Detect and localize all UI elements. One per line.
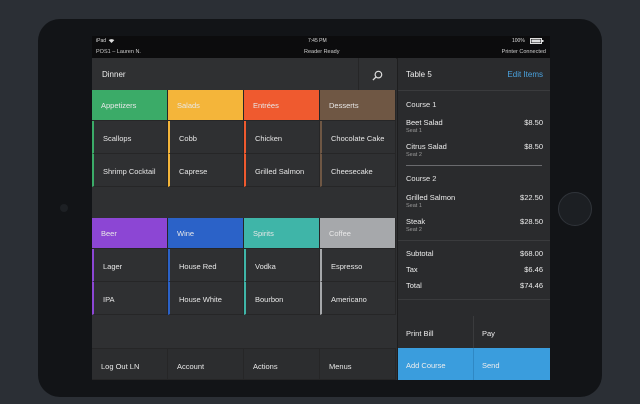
wifi-icon xyxy=(108,38,115,45)
ticket-header: Table 5 Edit Items xyxy=(398,58,550,91)
account-button[interactable]: Account xyxy=(168,348,244,380)
search-icon xyxy=(372,68,383,86)
category-wine[interactable]: Wine xyxy=(168,218,244,249)
category-beer[interactable]: Beer xyxy=(92,218,168,249)
reader-status: Reader Ready xyxy=(304,49,340,55)
line-item-name[interactable]: Beet Salad xyxy=(406,118,443,127)
total-label: Total xyxy=(406,281,422,290)
menu-panel: Dinner Appetizers Salads Entrées Dessert… xyxy=(92,58,396,380)
menu-title[interactable]: Dinner xyxy=(102,70,126,79)
send-button[interactable]: Send xyxy=(474,348,550,380)
line-item-seat: Seat 1 xyxy=(406,203,422,209)
menu-item-cheesecake[interactable]: Cheesecake xyxy=(320,154,396,187)
line-item-price: $8.50 xyxy=(524,142,543,151)
battery-icon xyxy=(530,38,544,46)
battery-percent: 100% xyxy=(512,38,525,44)
printer-status: Printer Connected xyxy=(501,49,546,55)
line-item-seat: Seat 2 xyxy=(406,227,422,233)
add-course-button[interactable]: Add Course xyxy=(398,348,474,380)
tax-value: $6.46 xyxy=(524,265,543,274)
menu-item-bourbon[interactable]: Bourbon xyxy=(244,282,320,315)
course-1-label[interactable]: Course 1 xyxy=(406,100,436,109)
table-title: Table 5 xyxy=(406,70,432,79)
print-bill-button[interactable]: Print Bill xyxy=(398,316,474,348)
search-button[interactable] xyxy=(358,58,397,90)
menus-button[interactable]: Menus xyxy=(320,348,396,380)
menu-item-espresso[interactable]: Espresso xyxy=(320,249,396,282)
line-item-price: $22.50 xyxy=(520,193,543,202)
pos-screen: iPad 7:45 PM 100% POS1 – Lauren N. Reade… xyxy=(92,36,550,380)
total-value: $74.46 xyxy=(520,281,543,290)
actions-divider xyxy=(398,299,550,300)
register-label: POS1 – Lauren N. xyxy=(96,49,141,55)
line-item-name[interactable]: Citrus Salad xyxy=(406,142,447,151)
menu-item-americano[interactable]: Americano xyxy=(320,282,396,315)
category-spirits[interactable]: Spirits xyxy=(244,218,320,249)
status-bar: iPad 7:45 PM 100% xyxy=(92,36,550,46)
clock: 7:45 PM xyxy=(308,38,327,44)
line-item-price: $8.50 xyxy=(524,118,543,127)
logout-button[interactable]: Log Out LN xyxy=(92,348,168,380)
menu-item-chocolate-cake[interactable]: Chocolate Cake xyxy=(320,121,396,154)
menu-item-vodka[interactable]: Vodka xyxy=(244,249,320,282)
menu-item-grilled-salmon[interactable]: Grilled Salmon xyxy=(244,154,320,187)
course-2-label[interactable]: Course 2 xyxy=(406,174,436,183)
line-item-seat: Seat 2 xyxy=(406,152,422,158)
category-desserts[interactable]: Desserts xyxy=(320,90,396,121)
menu-item-cobb[interactable]: Cobb xyxy=(168,121,244,154)
device-label: iPad xyxy=(96,38,107,44)
menu-item-house-red[interactable]: House Red xyxy=(168,249,244,282)
ticket-panel: Table 5 Edit Items Course 1 Beet Salad S… xyxy=(397,58,550,380)
subtotal-value: $68.00 xyxy=(520,249,543,258)
actions-button[interactable]: Actions xyxy=(244,348,320,380)
menu-item-chicken[interactable]: Chicken xyxy=(244,121,320,154)
line-item-name[interactable]: Steak xyxy=(406,217,425,226)
category-entrees[interactable]: Entrées xyxy=(244,90,320,121)
totals-divider xyxy=(398,240,550,241)
menu-item-house-white[interactable]: House White xyxy=(168,282,244,315)
home-button[interactable] xyxy=(558,192,592,226)
camera xyxy=(60,204,68,212)
pay-button[interactable]: Pay xyxy=(474,316,550,348)
line-item-name[interactable]: Grilled Salmon xyxy=(406,193,455,202)
tax-label: Tax xyxy=(406,265,418,274)
category-appetizers[interactable]: Appetizers xyxy=(92,90,168,121)
menu-item-scallops[interactable]: Scallops xyxy=(92,121,168,154)
subtotal-label: Subtotal xyxy=(406,249,434,258)
edit-items-link[interactable]: Edit Items xyxy=(507,70,543,79)
menu-item-shrimp-cocktail[interactable]: Shrimp Cocktail xyxy=(92,154,168,187)
category-salads[interactable]: Salads xyxy=(168,90,244,121)
category-coffee[interactable]: Coffee xyxy=(320,218,396,249)
line-item-seat: Seat 1 xyxy=(406,128,422,134)
course-divider xyxy=(406,165,542,166)
menu-item-lager[interactable]: Lager xyxy=(92,249,168,282)
menu-item-ipa[interactable]: IPA xyxy=(92,282,168,315)
line-item-price: $28.50 xyxy=(520,217,543,226)
menu-item-caprese[interactable]: Caprese xyxy=(168,154,244,187)
menu-header: Dinner xyxy=(92,58,396,91)
